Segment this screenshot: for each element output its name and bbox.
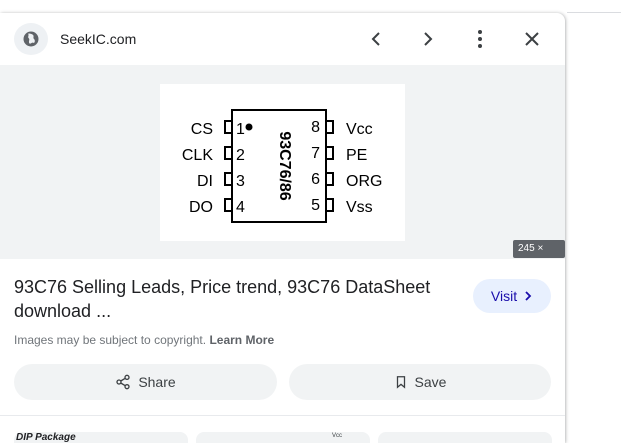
related-image-2[interactable]: Vcc <box>196 432 370 443</box>
right-pin-7: 7 PE <box>311 145 367 164</box>
close-icon <box>525 32 539 46</box>
previous-button[interactable] <box>364 27 388 51</box>
save-button[interactable]: Save <box>289 364 551 400</box>
related-image-3[interactable] <box>378 432 552 443</box>
globe-icon <box>14 23 48 55</box>
more-options-button[interactable] <box>468 27 492 51</box>
right-pin-6: 6 ORG <box>311 171 382 190</box>
right-pin-5: 5 Vss <box>311 197 373 216</box>
chevron-right-icon <box>424 32 433 46</box>
pin-number: 1 <box>236 121 245 138</box>
share-button[interactable]: Share <box>14 364 277 400</box>
left-pin-4: DO 4 <box>189 198 245 216</box>
left-pin-2: CLK 2 <box>182 146 245 164</box>
pin-name: ORG <box>346 173 382 190</box>
save-label: Save <box>414 374 447 390</box>
related-image-1[interactable]: DIP Package <box>14 432 188 443</box>
image-preview-panel: SeekIC.com 93C76/86 CS 1 CLK 2 DI 3 DO 4… <box>0 13 565 443</box>
left-pin-3: DI 3 <box>197 172 245 190</box>
image-area[interactable]: 93C76/86 CS 1 CLK 2 DI 3 DO 4 8 Vcc 7 PE… <box>0 65 565 272</box>
chip-part-label: 93C76/86 <box>276 131 293 200</box>
pin-name: CLK <box>182 147 213 164</box>
pin-number: 5 <box>311 197 320 214</box>
related-caption: DIP Package <box>16 432 76 443</box>
image-dimensions-badge: 245 × 159 <box>513 240 565 272</box>
pin-number: 2 <box>236 147 245 164</box>
pin-number: 7 <box>311 145 320 162</box>
pin-number: 6 <box>311 171 320 188</box>
copyright-notice: Images may be subject to copyright. Lear… <box>14 333 274 347</box>
section-divider <box>0 415 565 416</box>
pin1-marker <box>245 123 253 131</box>
pin-name: CS <box>191 121 213 138</box>
related-caption: Vcc <box>332 433 343 439</box>
background-strip <box>567 0 621 443</box>
pin-number: 3 <box>236 173 245 190</box>
close-button[interactable] <box>520 27 544 51</box>
panel-header: SeekIC.com <box>0 13 565 65</box>
more-vert-icon <box>478 30 482 48</box>
copyright-text: Images may be subject to copyright. <box>14 333 207 347</box>
divider-line <box>567 12 621 13</box>
pin-number: 8 <box>311 119 320 136</box>
visit-label: Visit <box>490 288 518 304</box>
left-pin-1: CS 1 <box>191 120 245 138</box>
chevron-right-icon <box>525 291 532 301</box>
pin-name: Vcc <box>346 121 373 138</box>
next-button[interactable] <box>416 27 440 51</box>
pin-number: 4 <box>236 199 245 216</box>
right-pin-8: 8 Vcc <box>311 119 373 138</box>
pin-name: Vss <box>346 199 373 216</box>
share-label: Share <box>138 374 176 390</box>
learn-more-link[interactable]: Learn More <box>209 333 274 347</box>
result-title[interactable]: 93C76 Selling Leads, Price trend, 93C76 … <box>14 275 454 323</box>
pin-name: PE <box>346 147 367 164</box>
bookmark-icon <box>396 376 405 389</box>
chevron-left-icon <box>371 32 380 46</box>
visit-button[interactable]: Visit <box>473 279 551 313</box>
chip-pinout-image[interactable]: 93C76/86 CS 1 CLK 2 DI 3 DO 4 8 Vcc 7 PE… <box>160 84 405 241</box>
pin-name: DO <box>189 199 213 216</box>
share-icon <box>116 374 130 390</box>
pin-name: DI <box>197 173 213 190</box>
site-name[interactable]: SeekIC.com <box>60 31 136 47</box>
